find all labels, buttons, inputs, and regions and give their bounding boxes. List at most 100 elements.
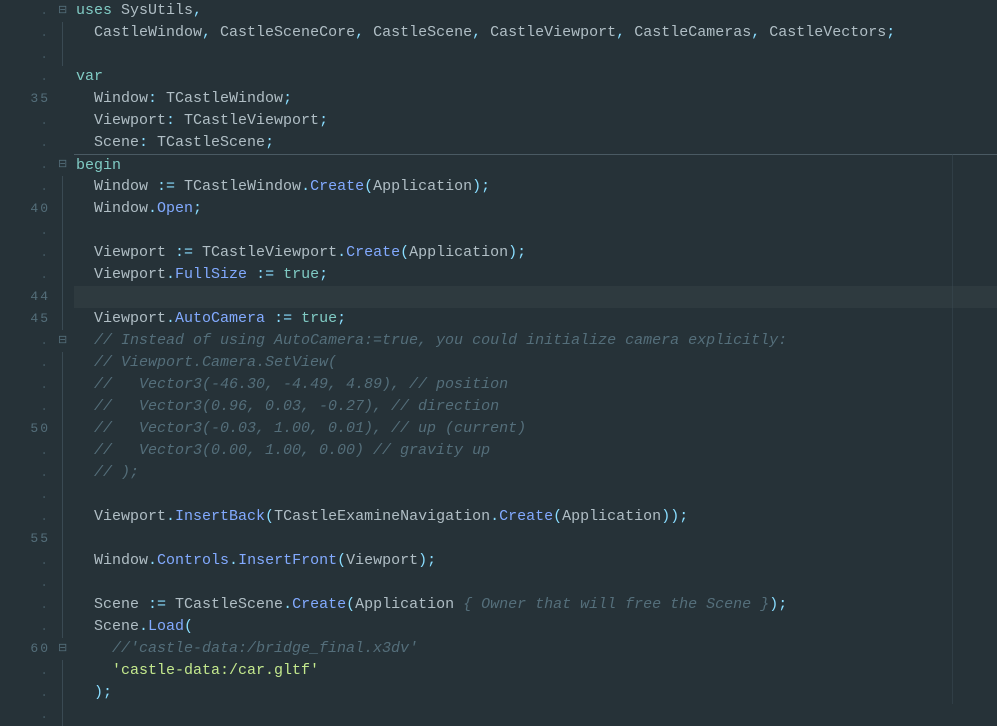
fold-guide bbox=[58, 484, 74, 506]
code-line[interactable] bbox=[74, 528, 997, 550]
code-line[interactable]: Viewport.FullSize := true; bbox=[74, 264, 997, 286]
code-line[interactable]: //'castle-data:/bridge_final.x3dv' bbox=[74, 638, 997, 660]
fold-guide bbox=[58, 286, 74, 308]
token-id bbox=[292, 310, 301, 327]
code-line[interactable]: Viewport.InsertBack(TCastleExamineNaviga… bbox=[74, 506, 997, 528]
code-line[interactable]: Scene.Load( bbox=[74, 616, 997, 638]
token-op: := bbox=[148, 596, 166, 613]
fold-guide-line bbox=[952, 154, 953, 704]
fold-toggle-icon[interactable] bbox=[58, 0, 74, 22]
line-number: . bbox=[0, 682, 50, 704]
code-line[interactable]: Scene := TCastleScene.Create(Application… bbox=[74, 594, 997, 616]
fold-guide bbox=[58, 550, 74, 572]
line-number: . bbox=[0, 484, 50, 506]
fold-guide bbox=[58, 506, 74, 528]
token-id: Viewport bbox=[76, 310, 166, 327]
code-line[interactable]: Window: TCastleWindow; bbox=[74, 88, 997, 110]
token-cmt: //'castle-data:/bridge_final.x3dv' bbox=[76, 640, 418, 657]
token-cmt: // Vector3(0.96, 0.03, -0.27), // direct… bbox=[76, 398, 499, 415]
token-punc: : bbox=[148, 90, 157, 107]
token-kw: begin bbox=[76, 157, 121, 174]
token-cmt: // Vector3(-46.30, -4.49, 4.89), // posi… bbox=[76, 376, 508, 393]
line-number: . bbox=[0, 660, 50, 682]
fold-guide bbox=[58, 44, 74, 66]
line-number-gutter: ....35....40...4445....50....55....60... bbox=[0, 0, 58, 723]
token-punc: ; bbox=[265, 134, 274, 151]
token-punc: ) bbox=[472, 178, 481, 195]
code-line[interactable]: var bbox=[74, 66, 997, 88]
code-line[interactable]: Viewport := TCastleViewport.Create(Appli… bbox=[74, 242, 997, 264]
code-line[interactable]: // Vector3(0.96, 0.03, -0.27), // direct… bbox=[74, 396, 997, 418]
fold-guide bbox=[58, 594, 74, 616]
token-id: Application bbox=[355, 596, 463, 613]
token-punc: ( bbox=[400, 244, 409, 261]
line-number: 60 bbox=[0, 638, 50, 660]
code-line[interactable]: ); bbox=[74, 682, 997, 704]
token-cmt: { Owner that will free the Scene } bbox=[463, 596, 769, 613]
token-func: Load bbox=[148, 618, 184, 635]
code-line[interactable]: Viewport.AutoCamera := true; bbox=[74, 308, 997, 330]
fold-guide bbox=[58, 352, 74, 374]
token-punc: , bbox=[751, 24, 760, 41]
code-line[interactable] bbox=[74, 484, 997, 506]
token-id: Application bbox=[409, 244, 508, 261]
token-punc: . bbox=[283, 596, 292, 613]
code-line[interactable] bbox=[74, 286, 997, 308]
code-line[interactable]: begin bbox=[74, 154, 997, 176]
token-id: Application bbox=[562, 508, 661, 525]
token-punc: . bbox=[229, 552, 238, 569]
code-area[interactable]: uses SysUtils, CastleWindow, CastleScene… bbox=[74, 0, 997, 723]
code-line[interactable]: Window.Open; bbox=[74, 198, 997, 220]
code-line[interactable]: 'castle-data:/car.gltf' bbox=[74, 660, 997, 682]
code-line[interactable]: Viewport: TCastleViewport; bbox=[74, 110, 997, 132]
code-line[interactable]: // Instead of using AutoCamera:=true, yo… bbox=[74, 330, 997, 352]
code-line[interactable]: // Vector3(0.00, 1.00, 0.00) // gravity … bbox=[74, 440, 997, 462]
line-number: . bbox=[0, 440, 50, 462]
fold-column[interactable] bbox=[58, 0, 74, 723]
code-line[interactable]: // ); bbox=[74, 462, 997, 484]
token-func: InsertBack bbox=[175, 508, 265, 525]
fold-toggle-icon[interactable] bbox=[58, 154, 74, 176]
code-line[interactable]: Scene: TCastleScene; bbox=[74, 132, 997, 154]
line-number: . bbox=[0, 616, 50, 638]
token-punc: ; bbox=[283, 90, 292, 107]
code-line[interactable]: Window.Controls.InsertFront(Viewport); bbox=[74, 550, 997, 572]
token-id: TCastleWindow bbox=[175, 178, 301, 195]
fold-toggle-icon[interactable] bbox=[58, 638, 74, 660]
fold-guide bbox=[58, 132, 74, 154]
code-line[interactable] bbox=[74, 220, 997, 242]
code-line[interactable]: Window := TCastleWindow.Create(Applicati… bbox=[74, 176, 997, 198]
token-punc: ) bbox=[94, 684, 103, 701]
token-punc: ; bbox=[886, 24, 895, 41]
token-id: Viewport bbox=[76, 244, 175, 261]
token-func: Controls bbox=[157, 552, 229, 569]
token-punc: ( bbox=[364, 178, 373, 195]
fold-guide bbox=[58, 220, 74, 242]
line-number: 55 bbox=[0, 528, 50, 550]
code-line[interactable]: // Vector3(-0.03, 1.00, 0.01), // up (cu… bbox=[74, 418, 997, 440]
line-number: . bbox=[0, 396, 50, 418]
token-punc: ) bbox=[418, 552, 427, 569]
token-id: CastleVectors bbox=[760, 24, 886, 41]
token-id: Window bbox=[76, 200, 148, 217]
code-line[interactable] bbox=[74, 44, 997, 66]
code-line[interactable]: CastleWindow, CastleSceneCore, CastleSce… bbox=[74, 22, 997, 44]
token-id bbox=[247, 266, 256, 283]
line-number: . bbox=[0, 176, 50, 198]
token-id: Application bbox=[373, 178, 472, 195]
code-line[interactable]: // Viewport.Camera.SetView( bbox=[74, 352, 997, 374]
code-line[interactable]: uses SysUtils, bbox=[74, 0, 997, 22]
token-func: Create bbox=[292, 596, 346, 613]
token-op: := bbox=[157, 178, 175, 195]
token-punc: ; bbox=[679, 508, 688, 525]
token-punc: . bbox=[166, 310, 175, 327]
code-editor[interactable]: ....35....40...4445....50....55....60...… bbox=[0, 0, 997, 723]
fold-toggle-icon[interactable] bbox=[58, 330, 74, 352]
code-line[interactable]: // Vector3(-46.30, -4.49, 4.89), // posi… bbox=[74, 374, 997, 396]
line-number: . bbox=[0, 330, 50, 352]
fold-guide bbox=[58, 110, 74, 132]
token-op: := bbox=[256, 266, 274, 283]
token-id: TCastleWindow bbox=[157, 90, 283, 107]
token-id: SysUtils bbox=[112, 2, 193, 19]
code-line[interactable] bbox=[74, 572, 997, 594]
